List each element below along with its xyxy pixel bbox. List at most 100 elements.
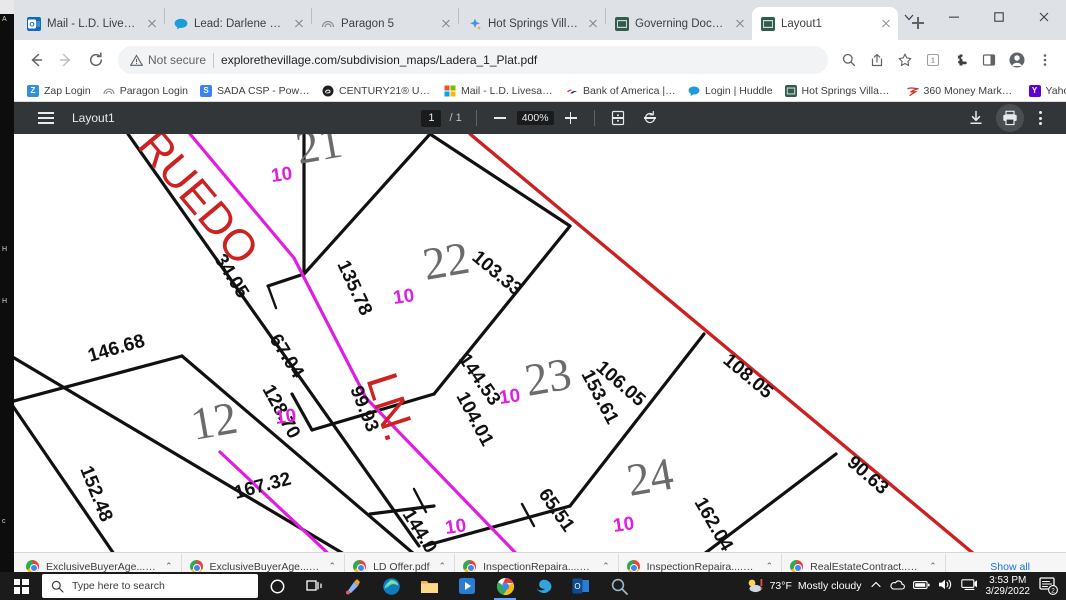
- security-label: Not secure: [148, 53, 207, 67]
- edge-icon[interactable]: [372, 572, 410, 600]
- rotate-icon[interactable]: [641, 109, 659, 127]
- notification-icon[interactable]: 2: [1038, 575, 1060, 597]
- profile-avatar-icon[interactable]: [1004, 47, 1030, 73]
- tab-search-icon[interactable]: [886, 0, 931, 34]
- tab-close-button[interactable]: [585, 16, 601, 32]
- snipping-tool-icon[interactable]: [600, 572, 638, 600]
- browser-tab-2[interactable]: Paragon 5: [312, 7, 458, 40]
- taskbar-clock[interactable]: 3:53 PM 3/29/2022: [986, 575, 1031, 598]
- tab-close-button[interactable]: [291, 16, 307, 32]
- share-icon[interactable]: [864, 47, 890, 73]
- task-view-icon[interactable]: [296, 572, 334, 600]
- sidepanel-icon[interactable]: [976, 47, 1002, 73]
- bookmark-zap-login[interactable]: Z Zap Login: [22, 83, 96, 99]
- pdf-page-canvas[interactable]: 34.05 67.04 135.78 99.93 144.53 103.33 1…: [14, 134, 1066, 554]
- download-menu-caret[interactable]: ⌃: [439, 561, 447, 572]
- bg-letter-h2: H: [2, 298, 8, 305]
- edge-legacy-icon[interactable]: [524, 572, 562, 600]
- show-hidden-icons-chevron[interactable]: [870, 579, 882, 594]
- zoom-out-button[interactable]: [491, 109, 509, 127]
- browser-tab-3[interactable]: Hot Springs Village via Thunc: [459, 7, 605, 40]
- network-icon[interactable]: [960, 578, 978, 594]
- media-player-icon[interactable]: [448, 572, 486, 600]
- download-menu-caret[interactable]: ⌃: [766, 561, 774, 572]
- background-window-edge[interactable]: A H H c: [0, 0, 14, 572]
- print-icon[interactable]: [996, 104, 1024, 132]
- close-button[interactable]: [1021, 0, 1066, 34]
- lot-number-24: 24: [623, 448, 677, 506]
- maximize-button[interactable]: [976, 0, 1021, 34]
- page-number-input[interactable]: 1: [421, 109, 442, 127]
- bookmark-yahoo-login[interactable]: Y Yahoo - login: [1024, 83, 1066, 99]
- easement-10-f: 10: [444, 515, 468, 539]
- tab-close-button[interactable]: [144, 16, 160, 32]
- cortana-icon[interactable]: [258, 572, 296, 600]
- chrome-browser-window: O Mail - L.D. Livesay - Outlook Lead: Da…: [14, 0, 1066, 572]
- bookmark-hot-springs-village[interactable]: Hot Springs Village |: [780, 83, 900, 99]
- chrome-icon[interactable]: [486, 572, 524, 600]
- zoom-icon[interactable]: [836, 47, 862, 73]
- download-menu-caret[interactable]: ⌃: [929, 561, 937, 572]
- browser-tab-4[interactable]: Governing Documents: [606, 7, 752, 40]
- bookmark-bank-of-america[interactable]: Bank of America | O...: [561, 83, 681, 99]
- minimize-button[interactable]: [931, 0, 976, 34]
- tab-close-button[interactable]: [438, 16, 454, 32]
- search-placeholder: Type here to search: [72, 580, 165, 592]
- bookmark-century21[interactable]: CENTURY21® Univ...: [317, 83, 437, 99]
- tab-title: Paragon 5: [341, 17, 395, 30]
- file-explorer-icon[interactable]: [410, 572, 448, 600]
- address-bar[interactable]: Not secure explorethevillage.com/subdivi…: [118, 46, 828, 74]
- toolbar-icons: 1: [836, 47, 1058, 73]
- system-tray: 73°F Mostly cloudy 3:53 PM 3/29/2022 2: [746, 575, 1066, 598]
- taskbar-search-input[interactable]: Type here to search: [42, 574, 258, 598]
- easement-10-d: 10: [274, 405, 298, 429]
- pdf-viewer-toolbar: Layout1 1 / 1 400%: [14, 102, 1066, 134]
- browser-tab-0[interactable]: O Mail - L.D. Livesay - Outlook: [18, 7, 164, 40]
- zoom-level-value[interactable]: 400%: [516, 111, 554, 125]
- bookmark-login-huddle[interactable]: Login | Huddle: [683, 83, 778, 99]
- tab-close-button[interactable]: [732, 16, 748, 32]
- bookmark-mail-outlook[interactable]: Mail - L.D. Livesay -...: [439, 83, 559, 99]
- browser-tab-5-active[interactable]: Layout1: [752, 7, 898, 40]
- hamburger-menu-icon[interactable]: [38, 112, 54, 124]
- volume-icon[interactable]: [938, 578, 953, 594]
- download-menu-caret[interactable]: ⌃: [329, 561, 337, 572]
- svg-text:O: O: [29, 21, 34, 28]
- fit-page-icon[interactable]: [609, 109, 627, 127]
- reload-icon[interactable]: [82, 46, 110, 74]
- zoom-in-button[interactable]: [562, 109, 580, 127]
- bg-letter-a: A: [2, 16, 7, 23]
- security-indicator[interactable]: Not secure: [130, 53, 206, 67]
- page-total-label: / 1: [449, 112, 462, 124]
- windows-start-icon[interactable]: [0, 572, 42, 600]
- search-icon: [51, 580, 64, 593]
- download-icon[interactable]: [962, 104, 990, 132]
- back-arrow-icon[interactable]: [22, 46, 50, 74]
- lot-number-22: 22: [419, 232, 473, 290]
- extensions-puzzle-icon[interactable]: [948, 47, 974, 73]
- kebab-menu-icon[interactable]: [1030, 108, 1050, 128]
- extension-tile-icon[interactable]: 1: [920, 47, 946, 73]
- bookmark-sada-csp[interactable]: S SADA CSP - Powere...: [195, 83, 315, 99]
- bofa-icon: [566, 85, 578, 97]
- browser-toolbar: Not secure explorethevillage.com/subdivi…: [14, 40, 1066, 80]
- document-icon: [761, 16, 775, 31]
- chrome-menu-icon[interactable]: [1032, 47, 1058, 73]
- battery-icon[interactable]: [912, 579, 930, 594]
- bookmark-360-money-market[interactable]: 360 Money Market...: [902, 83, 1022, 99]
- paint-3d-icon[interactable]: [334, 572, 372, 600]
- forward-arrow-icon[interactable]: [52, 46, 80, 74]
- bookmark-star-icon[interactable]: [892, 47, 918, 73]
- onedrive-icon[interactable]: [889, 578, 905, 594]
- download-menu-caret[interactable]: ⌃: [165, 561, 173, 572]
- bookmark-label: Login | Huddle: [705, 84, 773, 97]
- outlook-icon[interactable]: O: [562, 572, 600, 600]
- bookmark-paragon-login[interactable]: Paragon Login: [98, 83, 193, 99]
- background-window-titlebar: [0, 0, 14, 14]
- browser-tab-1[interactable]: Lead: Darlene Marquis: [165, 7, 311, 40]
- pdf-center-controls: 1 / 1 400%: [14, 109, 1066, 127]
- download-menu-caret[interactable]: ⌃: [602, 561, 610, 572]
- taskbar-weather-widget[interactable]: 73°F Mostly cloudy: [746, 577, 862, 595]
- show-all-downloads-link[interactable]: Show all: [980, 561, 1040, 573]
- screen: A H H c O Mail - L.D. Livesay - Outlook …: [0, 0, 1066, 600]
